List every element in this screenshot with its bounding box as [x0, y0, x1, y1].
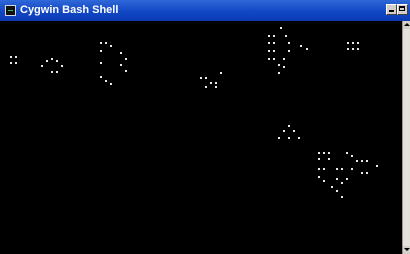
life-cell [220, 72, 222, 74]
terminal-output[interactable] [0, 21, 402, 254]
life-cell [323, 152, 325, 154]
life-cell [341, 168, 343, 170]
life-cell [323, 180, 325, 182]
life-cell [46, 60, 48, 62]
life-cell [283, 130, 285, 132]
life-cell [105, 80, 107, 82]
life-cell [100, 76, 102, 78]
life-cell [376, 165, 378, 167]
life-cell [331, 186, 333, 188]
life-cell [273, 58, 275, 60]
life-cell [215, 82, 217, 84]
life-cell [10, 62, 12, 64]
terminal-window: Cygwin Bash Shell [0, 0, 410, 254]
life-cell [15, 62, 17, 64]
life-cell [268, 58, 270, 60]
life-cell [300, 45, 302, 47]
life-cell [318, 158, 320, 160]
life-cell [288, 42, 290, 44]
life-cell [288, 137, 290, 139]
life-cell [41, 65, 43, 67]
life-cell [15, 56, 17, 58]
life-cell [100, 62, 102, 64]
life-cell [347, 48, 349, 50]
life-cell [61, 65, 63, 67]
life-cell [306, 48, 308, 50]
minimize-button[interactable] [386, 4, 397, 15]
life-cell [346, 178, 348, 180]
life-cell [357, 42, 359, 44]
life-cell [351, 168, 353, 170]
life-cell [318, 176, 320, 178]
vertical-scrollbar[interactable] [402, 21, 410, 254]
life-cell [100, 42, 102, 44]
life-cell [51, 71, 53, 73]
life-cell [56, 71, 58, 73]
scroll-down-arrow-icon[interactable] [403, 246, 410, 254]
maximize-button[interactable] [397, 4, 408, 15]
life-cell [268, 42, 270, 44]
life-cell [100, 50, 102, 52]
life-cell [210, 82, 212, 84]
life-cell [268, 35, 270, 37]
title-bar[interactable]: Cygwin Bash Shell [0, 0, 410, 21]
life-cell [278, 72, 280, 74]
life-cell [361, 160, 363, 162]
life-cell [351, 155, 353, 157]
life-cell [318, 168, 320, 170]
life-cell [200, 77, 202, 79]
window-title: Cygwin Bash Shell [20, 4, 119, 16]
life-cell [110, 45, 112, 47]
life-cell [318, 152, 320, 154]
life-cell [125, 70, 127, 72]
life-cell [347, 42, 349, 44]
life-cell [341, 182, 343, 184]
life-cell [352, 48, 354, 50]
life-cell [293, 130, 295, 132]
terminal-icon[interactable] [5, 5, 16, 16]
life-cell [120, 64, 122, 66]
life-cell [273, 50, 275, 52]
life-cell [288, 50, 290, 52]
life-cell [328, 158, 330, 160]
life-cell [110, 83, 112, 85]
life-cell [283, 58, 285, 60]
life-cell [285, 35, 287, 37]
life-cell [125, 58, 127, 60]
life-cell [361, 172, 363, 174]
life-cell [56, 60, 58, 62]
life-cell [215, 86, 217, 88]
life-cell [328, 152, 330, 154]
life-cell [346, 152, 348, 154]
life-cell [323, 168, 325, 170]
life-cell [278, 64, 280, 66]
life-cell [356, 160, 358, 162]
life-cell [273, 42, 275, 44]
life-cell [51, 58, 53, 60]
life-cell [283, 66, 285, 68]
life-cell [341, 196, 343, 198]
life-cell [336, 168, 338, 170]
life-cell [10, 56, 12, 58]
life-cell [205, 86, 207, 88]
life-cell [336, 178, 338, 180]
scroll-up-arrow-icon[interactable] [403, 21, 410, 29]
life-cell [280, 27, 282, 29]
life-cell [366, 160, 368, 162]
life-cell [366, 172, 368, 174]
life-cell [352, 42, 354, 44]
life-cell [205, 77, 207, 79]
life-cell [336, 190, 338, 192]
life-cell [268, 50, 270, 52]
life-cell [288, 125, 290, 127]
life-cell [273, 35, 275, 37]
life-cell [105, 42, 107, 44]
life-cell [278, 137, 280, 139]
life-cell [357, 48, 359, 50]
life-cell [120, 52, 122, 54]
life-cell [298, 137, 300, 139]
